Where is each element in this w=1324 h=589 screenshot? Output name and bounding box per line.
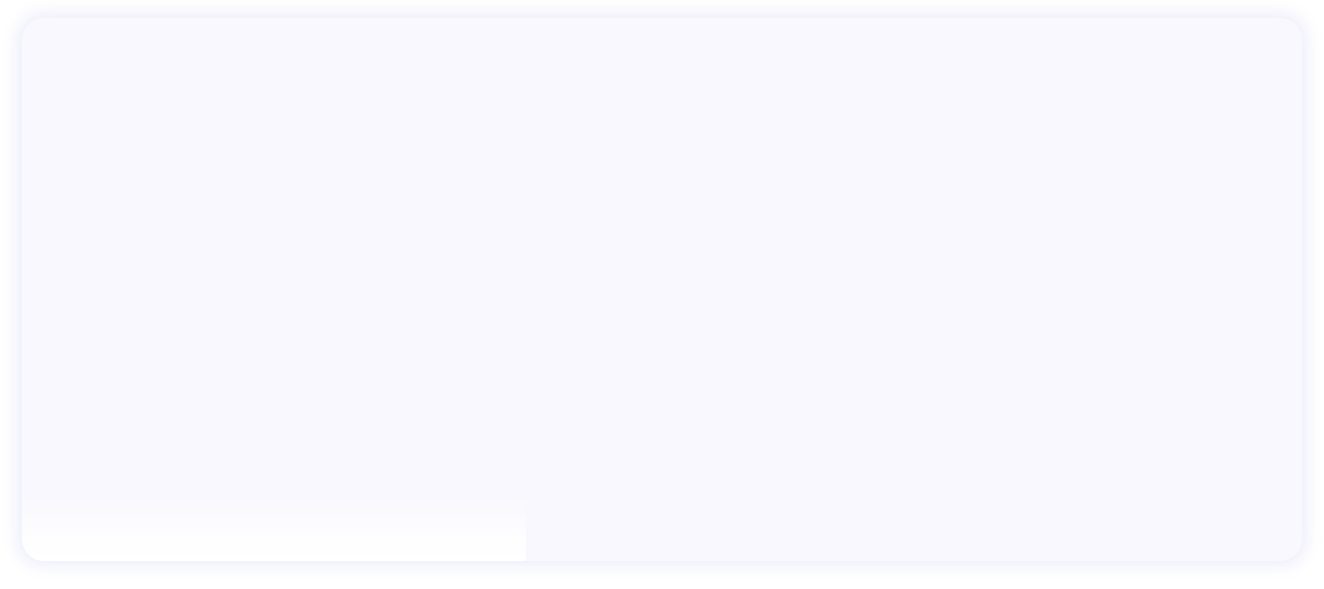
bottom-fade-overlay xyxy=(22,497,526,561)
content-card xyxy=(22,18,1302,561)
